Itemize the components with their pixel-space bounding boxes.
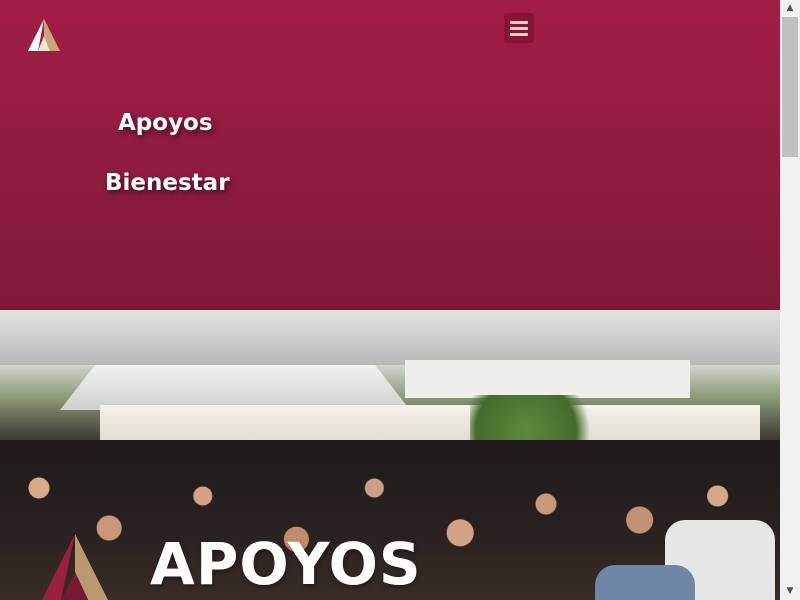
- a-logo-icon: [42, 534, 108, 600]
- page-scrollbar[interactable]: ▲ ▼: [780, 0, 800, 600]
- scroll-up-arrow-icon[interactable]: ▲: [780, 0, 800, 17]
- scrollbar-thumb[interactable]: [782, 17, 798, 157]
- tent-background: [60, 365, 410, 410]
- scroll-down-arrow-icon[interactable]: ▼: [780, 583, 800, 600]
- nav-link-apoyos[interactable]: Apoyos: [118, 110, 213, 136]
- person-blue-shirt: [595, 565, 695, 600]
- menu-bar: [510, 32, 528, 36]
- a-logo-icon[interactable]: [28, 19, 60, 51]
- hero-title: APOYOS: [150, 530, 422, 598]
- hamburger-menu-button[interactable]: [504, 13, 534, 43]
- menu-bar: [510, 26, 528, 30]
- tent-canopy: [0, 310, 780, 365]
- nav-link-bienestar[interactable]: Bienestar: [105, 170, 230, 196]
- hamburger-menu-icon: [510, 20, 528, 24]
- tent-background-right: [405, 360, 690, 398]
- site-header: Apoyos Bienestar: [0, 0, 780, 310]
